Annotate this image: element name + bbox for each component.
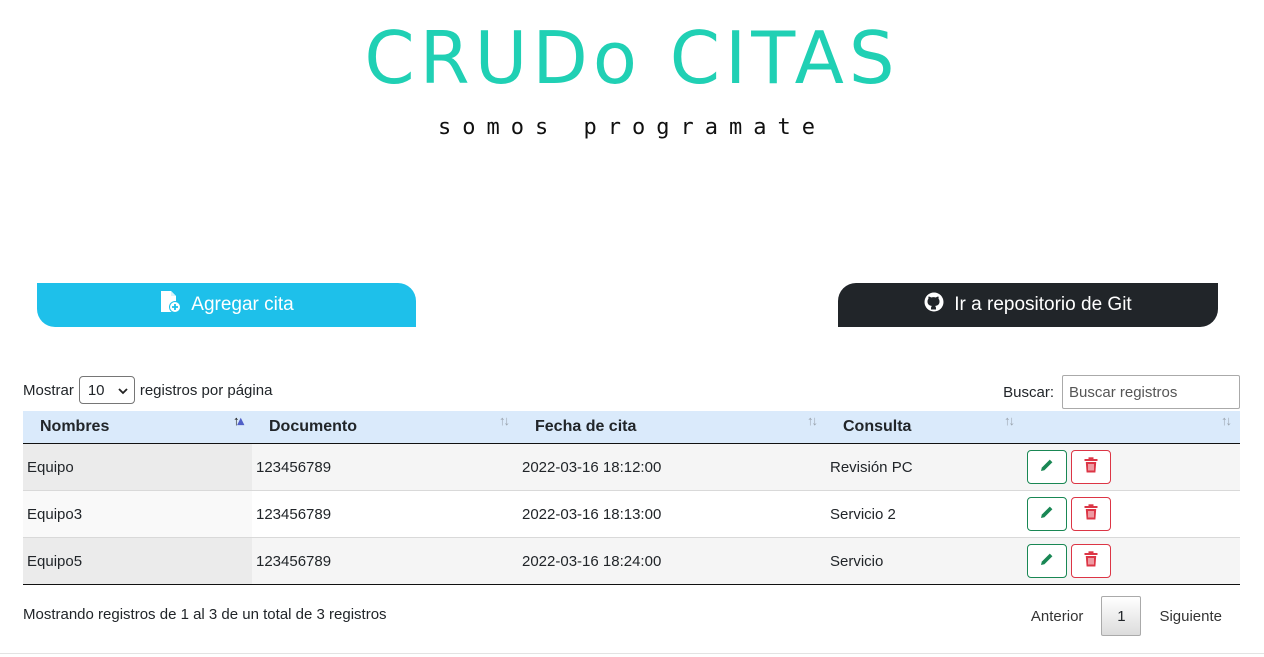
cell-nombres: Equipo5 xyxy=(23,537,252,585)
trash-icon xyxy=(1084,457,1098,477)
column-label: Documento xyxy=(269,418,357,435)
cell-actions xyxy=(1023,443,1240,491)
trash-icon xyxy=(1084,551,1098,571)
search-input[interactable] xyxy=(1062,375,1240,409)
column-header-consulta[interactable]: Consulta ↑↓ xyxy=(826,411,1023,444)
sort-ascending-icon: ↑▴ xyxy=(232,413,244,428)
git-repo-label: Ir a repositorio de Git xyxy=(954,294,1132,315)
cell-actions xyxy=(1023,537,1240,585)
pencil-icon xyxy=(1040,505,1054,523)
column-label: Fecha de cita xyxy=(535,418,637,435)
length-prefix: Mostrar xyxy=(23,381,74,399)
cell-nombres: Equipo xyxy=(23,443,252,491)
pencil-icon xyxy=(1040,552,1054,570)
table-info: Mostrando registros de 1 al 3 de un tota… xyxy=(23,606,387,623)
cell-nombres: Equipo3 xyxy=(23,490,252,538)
next-page-button[interactable]: Siguiente xyxy=(1141,608,1240,625)
sort-icon: ↑↓ xyxy=(1004,413,1015,428)
column-header-actions[interactable]: ↑↓ xyxy=(1023,411,1240,444)
page-title: CRUDo CITAS xyxy=(364,16,900,100)
previous-page-button[interactable]: Anterior xyxy=(1013,608,1102,625)
column-label: Nombres xyxy=(40,418,110,435)
add-appointment-label: Agregar cita xyxy=(191,294,294,315)
git-repo-button[interactable]: Ir a repositorio de Git xyxy=(838,283,1218,327)
file-plus-icon xyxy=(159,290,182,320)
page-1-button[interactable]: 1 xyxy=(1101,596,1142,636)
cell-documento: 123456789 xyxy=(252,537,518,585)
page-length-control: Mostrar 10 registros por página xyxy=(23,376,272,404)
delete-button[interactable] xyxy=(1071,544,1111,578)
page-subtitle: somos programate xyxy=(438,115,826,140)
page-length-value: 10 xyxy=(87,381,105,399)
table-header-row: Nombres ↑▴ Documento ↑↓ Fecha de cita ↑↓… xyxy=(23,411,1240,444)
cell-documento: 123456789 xyxy=(252,443,518,491)
column-header-fecha[interactable]: Fecha de cita ↑↓ xyxy=(518,411,826,444)
table-row: Equipo5 123456789 2022-03-16 18:24:00 Se… xyxy=(23,537,1240,585)
cell-fecha: 2022-03-16 18:13:00 xyxy=(518,490,826,538)
edit-button[interactable] xyxy=(1027,450,1067,484)
sort-icon: ↑↓ xyxy=(1221,413,1232,428)
sort-icon: ↑↓ xyxy=(807,413,818,428)
table-row: Equipo 123456789 2022-03-16 18:12:00 Rev… xyxy=(23,443,1240,491)
cell-documento: 123456789 xyxy=(252,490,518,538)
length-suffix: registros por página xyxy=(139,381,273,399)
sort-icon: ↑↓ xyxy=(499,413,510,428)
pencil-icon xyxy=(1040,458,1054,476)
bottom-divider xyxy=(0,653,1264,654)
chevron-down-icon xyxy=(118,382,128,399)
add-appointment-button[interactable]: Agregar cita xyxy=(37,283,416,327)
column-label: Consulta xyxy=(843,418,912,435)
github-icon xyxy=(924,292,944,318)
cell-fecha: 2022-03-16 18:12:00 xyxy=(518,443,826,491)
cell-consulta: Servicio xyxy=(826,537,1023,585)
delete-button[interactable] xyxy=(1071,450,1111,484)
edit-button[interactable] xyxy=(1027,544,1067,578)
cell-consulta: Revisión PC xyxy=(826,443,1023,491)
column-header-nombres[interactable]: Nombres ↑▴ xyxy=(23,411,252,444)
cell-consulta: Servicio 2 xyxy=(826,490,1023,538)
search-control: Buscar: xyxy=(1003,375,1240,409)
search-label: Buscar: xyxy=(1003,383,1054,401)
appointments-table: Nombres ↑▴ Documento ↑↓ Fecha de cita ↑↓… xyxy=(23,411,1240,585)
delete-button[interactable] xyxy=(1071,497,1111,531)
cell-actions xyxy=(1023,490,1240,538)
cell-fecha: 2022-03-16 18:24:00 xyxy=(518,537,826,585)
column-header-documento[interactable]: Documento ↑↓ xyxy=(252,411,518,444)
table-row: Equipo3 123456789 2022-03-16 18:13:00 Se… xyxy=(23,490,1240,538)
trash-icon xyxy=(1084,504,1098,524)
pagination: Anterior 1 Siguiente xyxy=(1013,596,1240,636)
edit-button[interactable] xyxy=(1027,497,1067,531)
page-length-select[interactable]: 10 xyxy=(78,376,135,404)
